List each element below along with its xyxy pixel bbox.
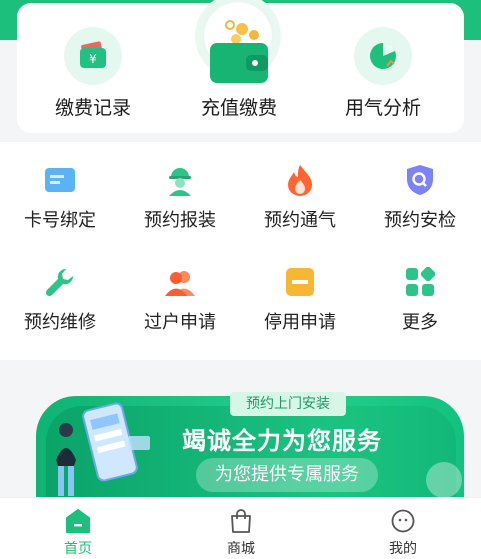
svg-text:¥: ¥ — [89, 52, 97, 66]
tab-home[interactable]: 首页 — [18, 498, 138, 559]
worker-icon — [162, 162, 198, 198]
services-grid: 卡号绑定 预约报装 预约通气 预约安检 预约维修 过户申请 停用申请 更多 — [0, 142, 481, 360]
profile-icon — [389, 507, 417, 535]
service-install-booking[interactable]: 预约报装 — [120, 142, 240, 242]
banner-tag: 预约上门安装 — [230, 392, 346, 416]
service-more[interactable]: 更多 — [360, 244, 480, 344]
service-transfer-apply[interactable]: 过户申请 — [120, 244, 240, 344]
gas-analysis-button[interactable]: 用气分析 — [308, 3, 458, 133]
service-card-binding[interactable]: 卡号绑定 — [0, 142, 120, 242]
stop-icon — [282, 264, 318, 300]
tab-mall[interactable]: 商城 — [181, 498, 301, 559]
pie-chart-icon — [354, 27, 412, 85]
wrench-icon — [42, 264, 78, 300]
leaf-decoration-icon — [426, 462, 462, 498]
recharge-button[interactable]: 充值缴费 — [164, 3, 314, 133]
card-icon — [42, 162, 78, 198]
service-label: 更多 — [402, 312, 438, 333]
quick-actions-card: ¥ 缴费记录 充值缴费 用气分析 — [17, 0, 464, 133]
tab-label: 商城 — [227, 541, 255, 557]
banner-title: 竭诚全力为您服务 — [182, 427, 382, 455]
service-label: 停用申请 — [264, 312, 336, 333]
shield-search-icon — [402, 162, 438, 198]
service-stop-apply[interactable]: 停用申请 — [240, 244, 360, 344]
payment-record-icon: ¥ — [64, 27, 122, 85]
person-phone-illustration — [44, 400, 164, 500]
service-label: 预约报装 — [144, 210, 216, 231]
payment-record-label: 缴费记录 — [54, 97, 131, 119]
recharge-label: 充值缴费 — [200, 97, 277, 119]
service-repair-booking[interactable]: 预约维修 — [0, 244, 120, 344]
tab-label: 首页 — [64, 541, 92, 557]
bottom-tabbar: 首页 商城 我的 — [0, 497, 481, 559]
service-label: 卡号绑定 — [24, 210, 96, 231]
gas-analysis-label: 用气分析 — [344, 97, 421, 119]
promo-banner-area: 预约上门安装 竭诚全力为您服务 为您提供专属服务 — [0, 362, 481, 502]
users-icon — [162, 264, 198, 300]
bag-icon — [227, 507, 255, 535]
service-safety-check[interactable]: 预约安检 — [360, 142, 480, 242]
tab-profile[interactable]: 我的 — [343, 498, 463, 559]
wallet-icon — [206, 17, 272, 87]
flame-icon — [282, 162, 318, 198]
service-label: 预约安检 — [384, 210, 456, 231]
service-label: 预约维修 — [24, 312, 96, 333]
banner-subtitle: 为您提供专属服务 — [196, 458, 378, 492]
tab-label: 我的 — [389, 541, 417, 557]
service-label: 预约通气 — [264, 210, 336, 231]
grid-icon — [402, 264, 438, 300]
service-label: 过户申请 — [144, 312, 216, 333]
payment-record-button[interactable]: ¥ 缴费记录 — [18, 3, 168, 133]
home-icon — [64, 507, 92, 535]
service-gas-connection[interactable]: 预约通气 — [240, 142, 360, 242]
